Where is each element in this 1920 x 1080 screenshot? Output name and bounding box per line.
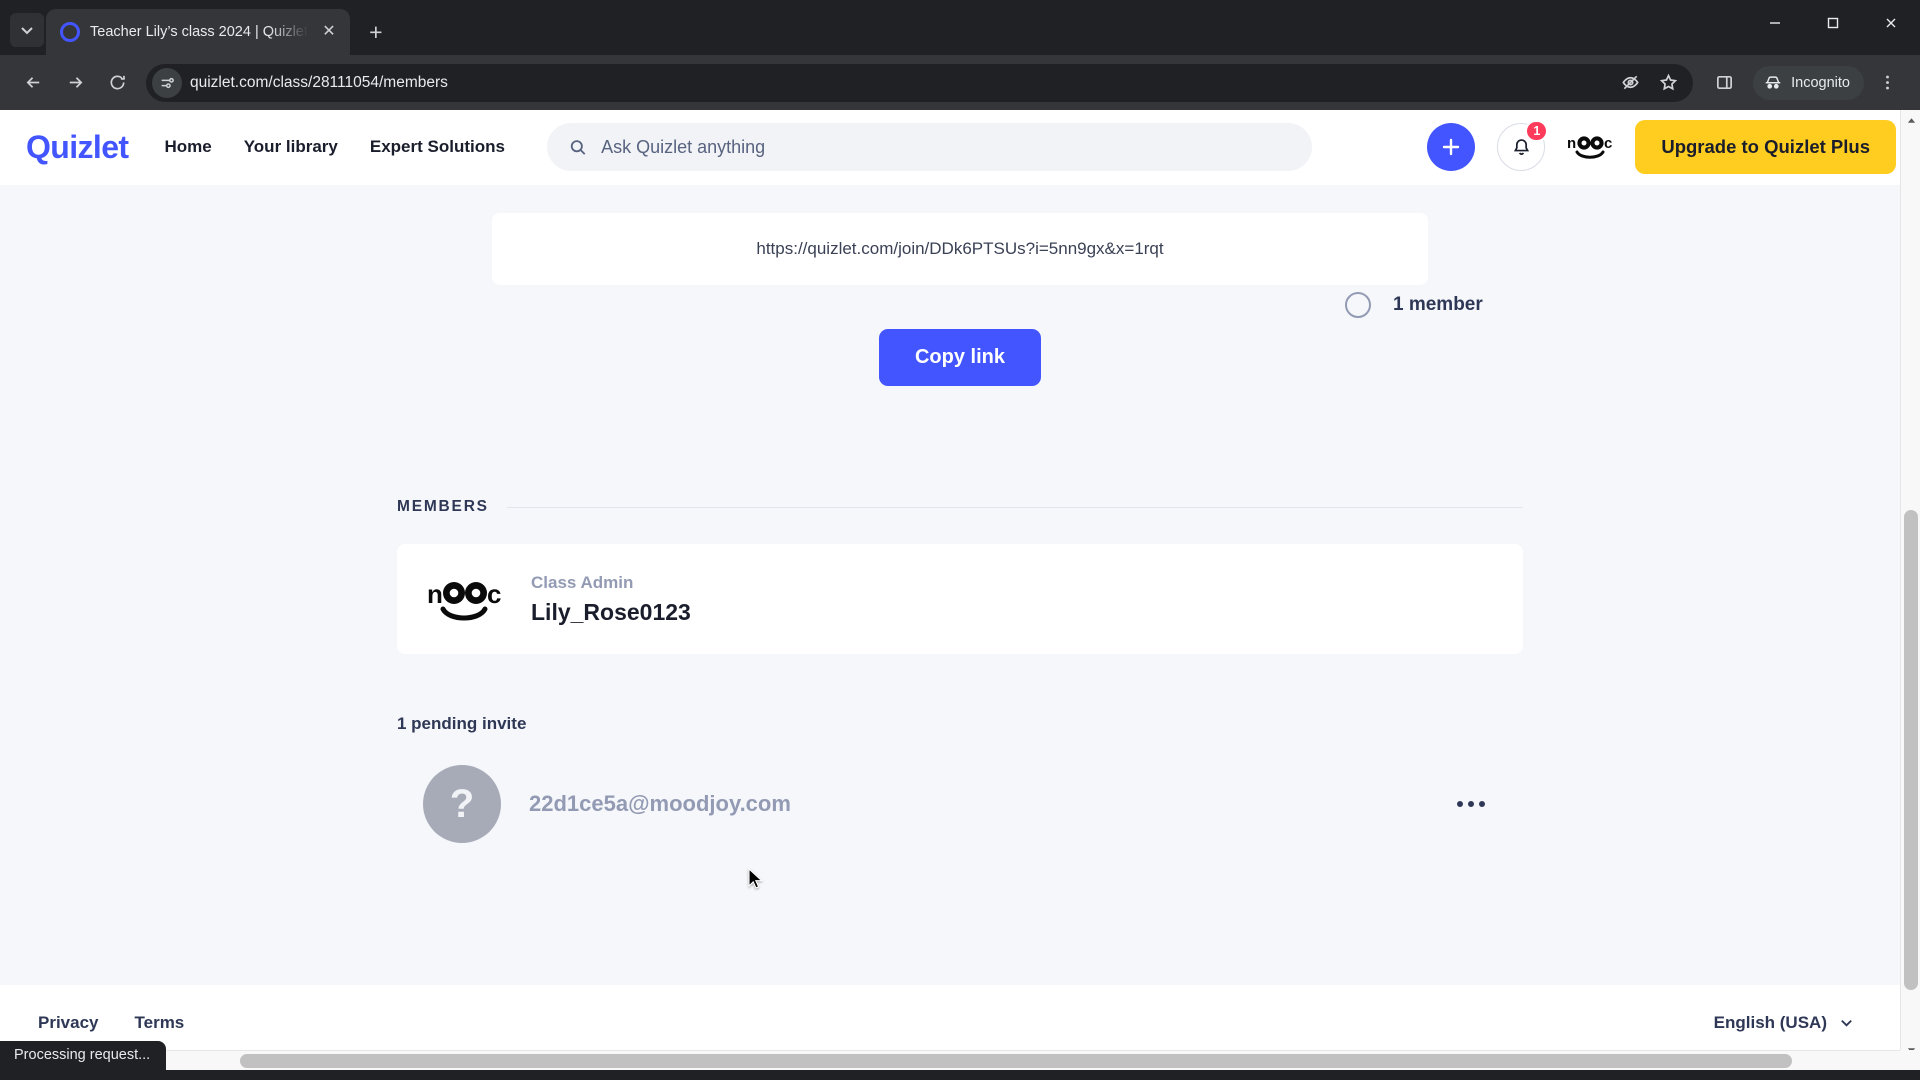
new-tab-button[interactable]: + (358, 14, 394, 50)
question-mark-avatar: ? (423, 765, 501, 843)
side-panel-icon (1716, 75, 1732, 90)
tracking-protection-button[interactable] (1613, 66, 1647, 100)
window-close-button[interactable] (1862, 0, 1920, 46)
mouse-cursor (748, 867, 764, 892)
nav-link-your-library[interactable]: Your library (244, 137, 338, 157)
back-arrow-icon (26, 77, 39, 88)
browser-tab-active[interactable]: Teacher Lily’s class 2024 | Quizlet ✕ (46, 9, 350, 55)
incognito-indicator[interactable]: Incognito (1753, 65, 1864, 100)
address-bar-url: quizlet.com/class/28111054/members (190, 73, 448, 91)
scrollbar-corner (1900, 1050, 1920, 1070)
search-input[interactable] (601, 136, 1290, 158)
main-content: https://quizlet.com/join/DDk6PTSUs?i=5nn… (0, 185, 1920, 852)
reload-button[interactable] (98, 64, 136, 102)
invite-link-box[interactable]: https://quizlet.com/join/DDk6PTSUs?i=5nn… (492, 213, 1428, 285)
incognito-label: Incognito (1791, 74, 1850, 91)
incognito-icon (1765, 75, 1781, 89)
maximize-button[interactable] (1804, 0, 1862, 46)
svg-text:c: c (1604, 135, 1612, 152)
pending-invite-email: 22d1ce5a@moodjoy.com (529, 791, 791, 816)
member-role: Class Admin (531, 572, 634, 592)
primary-nav-links: Home Your library Expert Solutions (164, 137, 504, 157)
tab-close-button[interactable]: ✕ (318, 21, 340, 43)
address-bar-actions (1613, 66, 1685, 100)
tune-icon (161, 77, 174, 88)
chevron-down-icon (21, 27, 33, 35)
members-section-label: MEMBERS (397, 498, 489, 515)
upgrade-button[interactable]: Upgrade to Quizlet Plus (1635, 120, 1896, 174)
search-icon (570, 139, 586, 155)
language-selector[interactable]: English (USA) (1714, 1013, 1854, 1033)
language-label: English (USA) (1713, 1012, 1827, 1032)
browser-toolbar: quizlet.com/class/28111054/members Incog… (0, 55, 1920, 110)
more-horizontal-icon[interactable] (1449, 787, 1493, 821)
nav-link-expert-solutions[interactable]: Expert Solutions (370, 137, 505, 157)
svg-text:n: n (1567, 135, 1576, 152)
site-navbar: Quizlet Home Your library Expert Solutio… (0, 110, 1920, 185)
chevron-down-icon (1841, 1019, 1852, 1027)
forward-arrow-icon (69, 77, 82, 88)
quizlet-face-avatar: n c (427, 579, 501, 621)
reload-icon (109, 75, 125, 90)
minimize-icon (1770, 22, 1780, 24)
content-container: https://quizlet.com/join/DDk6PTSUs?i=5nn… (397, 213, 1523, 852)
footer-link-terms[interactable]: Terms (135, 1013, 185, 1033)
pending-invites-label: 1 pending invite (397, 714, 527, 733)
pending-invite-row[interactable]: ? 22d1ce5a@moodjoy.com (397, 756, 1523, 852)
notifications[interactable]: 1 (1497, 120, 1549, 171)
tab-title: Teacher Lily’s class 2024 | Quizlet (90, 24, 308, 40)
vertical-scrollbar-thumb[interactable] (1904, 510, 1918, 990)
eye-off-icon (1622, 75, 1639, 90)
copy-link-button[interactable]: Copy link (878, 329, 1041, 386)
members-section-header: MEMBERS (397, 498, 1523, 516)
forward-button[interactable] (56, 64, 94, 102)
maximize-icon (1827, 17, 1839, 29)
quizlet-circle-icon (60, 22, 80, 42)
browser-window: Teacher Lily’s class 2024 | Quizlet ✕ + (0, 0, 1920, 1080)
window-bottom-edge (0, 1070, 1920, 1080)
section-divider (506, 506, 1523, 508)
svg-text:c: c (487, 579, 501, 609)
member-info: Class Admin Lily_Rose0123 (531, 573, 691, 626)
svg-text:n: n (427, 579, 443, 609)
browser-menu-button[interactable] (1868, 64, 1906, 102)
notification-badge: 1 (1525, 120, 1549, 142)
cursor-arrow-icon (748, 867, 764, 889)
window-controls (1746, 0, 1920, 46)
vertical-scrollbar[interactable] (1900, 110, 1920, 1060)
address-bar[interactable]: quizlet.com/class/28111054/members (146, 63, 1694, 102)
invite-link-text: https://quizlet.com/join/DDk6PTSUs?i=5nn… (756, 239, 1164, 258)
browser-tabstrip: Teacher Lily’s class 2024 | Quizlet ✕ + (0, 0, 1920, 55)
back-button[interactable] (14, 64, 52, 102)
nav-link-home[interactable]: Home (164, 137, 211, 157)
horizontal-scrollbar[interactable] (0, 1050, 1900, 1070)
scroll-up-button[interactable] (1901, 110, 1920, 130)
caret-up-icon (1907, 117, 1915, 123)
side-panel-button[interactable] (1705, 64, 1743, 102)
member-avatar: n c (427, 562, 501, 636)
horizontal-scrollbar-thumb[interactable] (240, 1054, 1792, 1068)
copy-link-wrap: Copy link (397, 329, 1523, 386)
navbar-actions: 1 n c Upgrade to Quizlet Plus (1427, 120, 1896, 174)
quizlet-face-avatar: n c (1567, 135, 1613, 159)
site-settings-button[interactable] (152, 67, 182, 98)
create-button[interactable] (1427, 123, 1476, 171)
plus-icon (1443, 138, 1460, 156)
member-username: Lily_Rose0123 (531, 598, 691, 625)
avatar[interactable]: n c (1567, 124, 1614, 170)
star-icon (1659, 73, 1677, 91)
minimize-button[interactable] (1746, 0, 1804, 46)
footer-link-privacy[interactable]: Privacy (38, 1013, 99, 1033)
window-close-icon (1886, 18, 1896, 28)
tab-search-button[interactable] (10, 13, 44, 47)
bookmark-button[interactable] (1651, 66, 1685, 100)
page-viewport: 1 member Quizlet Home Your library Exper… (0, 110, 1920, 1060)
status-bar: Processing request... (0, 1041, 167, 1070)
site-footer: Privacy Terms English (USA) (0, 985, 1900, 1060)
kebab-menu-icon (1885, 75, 1889, 90)
site-search[interactable] (546, 123, 1312, 171)
member-row[interactable]: n c Class Admin Lily_Rose0123 (397, 544, 1523, 654)
quizlet-logo[interactable]: Quizlet (26, 129, 129, 166)
